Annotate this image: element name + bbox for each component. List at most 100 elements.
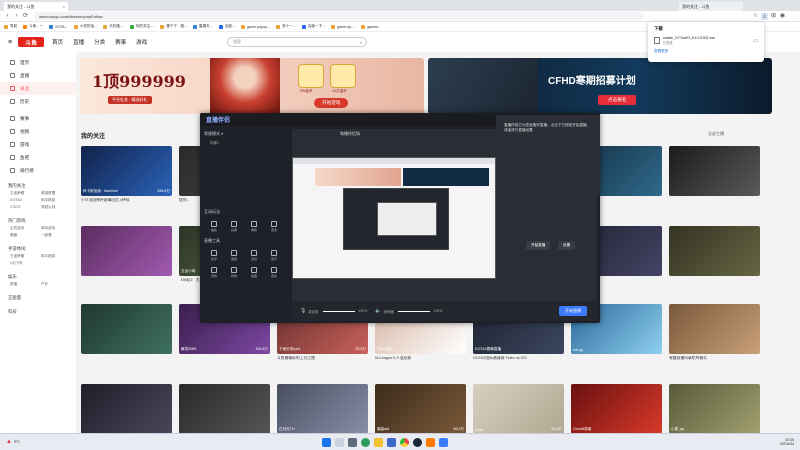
speaker-icon[interactable]: 🔈 — [375, 308, 381, 314]
stream-title[interactable]: M-League十人混双赛 — [375, 356, 466, 361]
search-icon[interactable]: ⌕ — [360, 40, 362, 45]
bookmark[interactable]: 小说的话... — [73, 24, 97, 29]
sidebar-subitem[interactable]: 和平精英 — [41, 198, 72, 205]
vote-tool[interactable]: 投票 — [224, 218, 244, 235]
store-icon[interactable] — [386, 437, 396, 447]
sidebar-subitem[interactable]: 户外 — [41, 282, 72, 289]
stream-card[interactable]: 魔装aid 56.2万 — [375, 384, 466, 436]
stream-thumbnail[interactable] — [81, 384, 172, 434]
sidebar-item-follow[interactable]: 关注 — [0, 82, 76, 95]
bookmark[interactable]: 你的关注-... — [129, 24, 154, 29]
download-icon[interactable]: ⤓ — [761, 12, 768, 20]
start-live-button[interactable]: 开始直播 — [559, 306, 587, 316]
dialog-start-button[interactable]: 开始直播 — [526, 241, 551, 250]
nav-home[interactable]: 首页 — [52, 38, 63, 46]
download-more-link[interactable]: 查看更多 — [654, 49, 758, 54]
nav-live[interactable]: 直播 — [73, 38, 84, 46]
stream-card[interactable]: ChuaN英雄 — [571, 384, 662, 436]
stream-card[interactable]: Cpz0 54.6万 — [473, 384, 564, 436]
sidebar-subitem[interactable]: 王者荣耀 — [10, 191, 41, 198]
sidebar-subitem[interactable]: 和平精英 — [41, 254, 72, 261]
screenshot-tool[interactable]: 截图 — [244, 264, 264, 281]
float-tool[interactable]: 悬浮 — [204, 247, 224, 264]
stream-thumbnail[interactable] — [81, 226, 172, 276]
sidebar-item-video[interactable]: 视频 — [0, 125, 76, 138]
mic-icon[interactable]: 🎙 — [300, 308, 306, 314]
stream-card[interactable]: 小郭_qq — [669, 384, 760, 436]
taskview-icon[interactable] — [347, 437, 357, 447]
stream-card[interactable]: 科卡斯加纳 · Machine 396.8万 小众法国神杯赛事回忆.x持续 — [81, 146, 172, 203]
bookmark[interactable]: 百度一下... — [301, 24, 325, 29]
sidebar-item-home[interactable]: 首页 — [0, 56, 76, 69]
sidebar-item-live[interactable]: 直播 — [0, 69, 76, 82]
sidebar-item-rank[interactable]: 排行榜 — [0, 164, 76, 177]
bookmark[interactable]: games... — [361, 24, 381, 29]
bookmark[interactable]: 基于于 - 相... — [160, 24, 187, 29]
danmu-tool[interactable]: 弹幕 — [244, 218, 264, 235]
speaker-volume-slider[interactable] — [397, 310, 430, 312]
tab-douyu-follow[interactable]: 我的关注 - 斗鱼 × — [4, 2, 68, 11]
stream-thumbnail[interactable] — [81, 304, 172, 354]
bookmark[interactable]: 百度... — [218, 24, 235, 29]
sidebar-item-history[interactable]: 历史 — [0, 95, 76, 108]
stream-thumbnail[interactable]: Cpz0 54.6万 — [473, 384, 564, 434]
stream-thumbnail[interactable]: 魔装aid 56.2万 — [375, 384, 466, 434]
close-icon[interactable]: × — [63, 4, 65, 9]
sidebar-subitem[interactable]: 一起看 — [41, 233, 72, 240]
sidebar-item-match[interactable]: 赛事 — [0, 112, 76, 125]
stream-thumbnail[interactable] — [669, 226, 760, 276]
weather-icon[interactable]: ▲ — [6, 439, 12, 445]
folder-icon[interactable]: ▭ — [753, 38, 758, 44]
bookmark[interactable]: game.dy-... — [331, 24, 355, 29]
sound-tool[interactable]: 音效 — [204, 264, 224, 281]
effect-tool[interactable]: 特效 — [224, 264, 244, 281]
stream-title[interactable]: 有趣直播同事吃鸡模式 — [669, 356, 760, 361]
lottery-tool[interactable]: 抽奖 — [204, 218, 224, 235]
more-tool[interactable]: 更多 — [264, 264, 284, 281]
search-icon[interactable] — [334, 437, 344, 447]
stream-thumbnail[interactable] — [669, 304, 760, 354]
steam-icon[interactable] — [412, 437, 422, 447]
bookmark[interactable]: 导航 — [4, 24, 17, 29]
promo-banner-right[interactable]: CFHD寒期招募计划 点击报名 — [428, 58, 772, 114]
extensions-icon[interactable]: ⊞ — [770, 13, 777, 20]
sidebar-subitem[interactable]: 颜值 — [10, 282, 41, 289]
sidebar-subitem[interactable]: 单机游戏 — [41, 226, 72, 233]
sidebar-subitem[interactable]: DOTA2 — [10, 198, 41, 205]
mic-volume-slider[interactable] — [322, 310, 355, 312]
back-icon[interactable]: ‹ — [4, 13, 11, 20]
douyu-logo[interactable]: 斗鱼 — [18, 37, 45, 47]
dialog-settings-button[interactable]: 设置 — [558, 241, 576, 250]
bookmark[interactable]: 长虹路,... — [103, 24, 124, 29]
stream-thumbnail[interactable] — [179, 384, 270, 434]
voice-tool[interactable]: 变声 — [264, 247, 284, 264]
stream-card[interactable] — [81, 304, 172, 356]
bookmark[interactable]: game.popup... — [240, 24, 270, 29]
promo-banner-left[interactable]: 1顶999999 平台礼金 · 精选好礼 2W金币 10万金币 开始游戏 — [80, 58, 424, 114]
sidebar-item-game[interactable]: 游戏 — [0, 138, 76, 151]
beauty-tool[interactable]: 美颜 — [224, 247, 244, 264]
douyu-app-icon[interactable] — [425, 437, 435, 447]
tab-2[interactable]: 我的关注 - 斗鱼 — [679, 2, 743, 11]
filter-tool[interactable]: 滤镜 — [244, 247, 264, 264]
star-icon[interactable]: ☆ — [752, 13, 759, 20]
stream-card[interactable]: 有趣直播同事吃鸡模式 — [669, 304, 760, 361]
stream-title[interactable]: DOTA2国际邀请赛 Tideo vs GG — [473, 356, 564, 361]
search-input[interactable]: 搜索 ⌕ — [227, 37, 368, 47]
explorer-icon[interactable] — [373, 437, 383, 447]
edge-icon[interactable] — [360, 437, 370, 447]
banner-start-button[interactable]: 开始游戏 — [314, 98, 349, 108]
bookmark[interactable]: 斗鱼 - 一 — [23, 24, 43, 29]
stream-thumbnail[interactable] — [669, 146, 760, 196]
stream-title[interactable]: 小众法国神杯赛事回忆.x持续 — [81, 198, 172, 203]
nav-game[interactable]: 游戏 — [136, 38, 147, 46]
sidebar-subitem[interactable]: 王者荣耀 — [10, 254, 41, 261]
stream-thumbnail[interactable]: 白月光TH — [277, 384, 368, 434]
mode-selector[interactable]: 常规模式 ▾ — [204, 131, 286, 137]
bookmark[interactable]: SOTA... — [49, 24, 68, 29]
stream-card[interactable] — [179, 384, 270, 436]
nav-match[interactable]: 赛事 — [115, 38, 126, 46]
windows-start-icon[interactable] — [321, 437, 331, 447]
sidebar-item-yuba[interactable]: 鱼吧 — [0, 151, 76, 164]
sidebar-subitem[interactable]: QQ飞车 — [10, 261, 41, 268]
